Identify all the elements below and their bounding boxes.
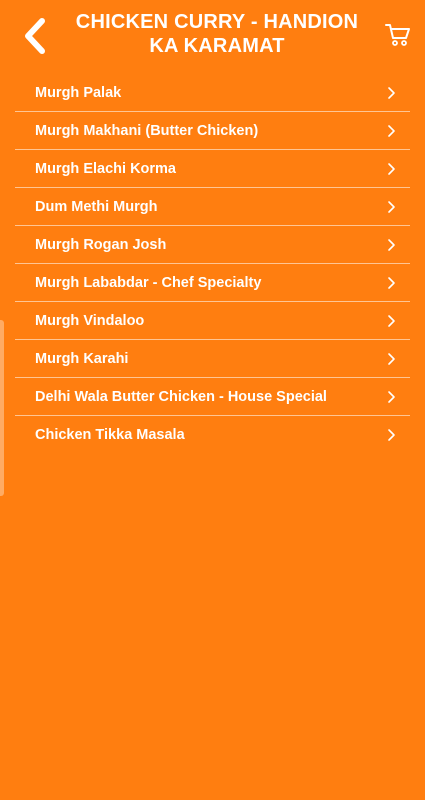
list-item[interactable]: Murgh Karahi bbox=[15, 340, 410, 378]
list-item-label: Murgh Makhani (Butter Chicken) bbox=[35, 122, 259, 139]
chevron-right-icon bbox=[384, 200, 398, 214]
list-item-label: Murgh Elachi Korma bbox=[35, 160, 176, 177]
menu-list: Murgh Palak Murgh Makhani (Butter Chicke… bbox=[15, 74, 410, 453]
list-item-label: Chicken Tikka Masala bbox=[35, 426, 185, 443]
list-item[interactable]: Murgh Makhani (Butter Chicken) bbox=[15, 112, 410, 150]
chevron-right-icon bbox=[384, 390, 398, 404]
list-item-label: Murgh Vindaloo bbox=[35, 312, 145, 329]
cart-icon bbox=[385, 24, 410, 46]
chevron-right-icon bbox=[384, 238, 398, 252]
list-item[interactable]: Delhi Wala Butter Chicken - House Specia… bbox=[15, 378, 410, 416]
list-item-label: Delhi Wala Butter Chicken - House Specia… bbox=[35, 388, 327, 405]
list-item[interactable]: Murgh Palak bbox=[15, 74, 410, 112]
list-item-label: Dum Methi Murgh bbox=[35, 198, 158, 215]
list-item-label: Murgh Rogan Josh bbox=[35, 236, 167, 253]
list-item-label: Murgh Karahi bbox=[35, 350, 129, 367]
list-item-label: Murgh Lababdar - Chef Specialty bbox=[35, 274, 262, 291]
chevron-left-icon bbox=[25, 18, 45, 54]
list-item[interactable]: Dum Methi Murgh bbox=[15, 188, 410, 226]
list-item-label: Murgh Palak bbox=[35, 84, 122, 101]
chevron-right-icon bbox=[384, 428, 398, 442]
list-item[interactable]: Murgh Vindaloo bbox=[15, 302, 410, 340]
cart-button[interactable] bbox=[385, 22, 411, 48]
chevron-right-icon bbox=[384, 276, 398, 290]
page-title: CHICKEN CURRY - HANDION KA KARAMAT bbox=[75, 11, 359, 57]
side-drawer-handle[interactable] bbox=[0, 320, 4, 496]
chevron-right-icon bbox=[384, 124, 398, 138]
chevron-right-icon bbox=[384, 162, 398, 176]
list-item[interactable]: Murgh Lababdar - Chef Specialty bbox=[15, 264, 410, 302]
back-button[interactable] bbox=[18, 16, 52, 56]
list-item[interactable]: Murgh Elachi Korma bbox=[15, 150, 410, 188]
list-item[interactable]: Murgh Rogan Josh bbox=[15, 226, 410, 264]
app-header: CHICKEN CURRY - HANDION KA KARAMAT bbox=[0, 0, 425, 72]
chevron-right-icon bbox=[384, 314, 398, 328]
list-item[interactable]: Chicken Tikka Masala bbox=[15, 416, 410, 453]
chevron-right-icon bbox=[384, 352, 398, 366]
chevron-right-icon bbox=[384, 86, 398, 100]
